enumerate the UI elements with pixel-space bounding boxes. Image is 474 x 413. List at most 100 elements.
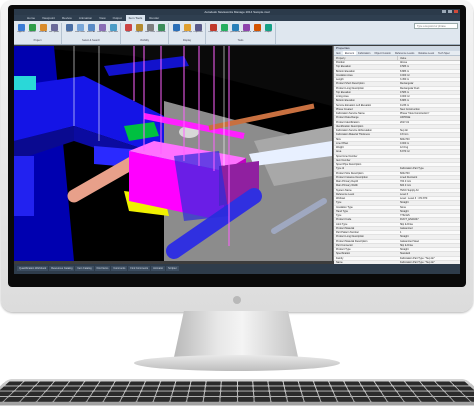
tab-home[interactable]: Home bbox=[24, 15, 38, 21]
hide-button[interactable]: Hide bbox=[123, 23, 133, 38]
properties-button[interactable]: Properties bbox=[193, 23, 203, 38]
keyboard-key bbox=[333, 391, 351, 397]
button-label: Animator bbox=[252, 31, 261, 33]
button-label: Hide bbox=[125, 31, 131, 33]
property-name: Product Identification bbox=[336, 120, 360, 124]
properties-tab-fabrication[interactable]: Fabrication bbox=[356, 51, 372, 55]
keyboard-key bbox=[284, 386, 301, 391]
keyboard-key bbox=[172, 391, 189, 397]
ribbon-group-visibility: Hide RequireHide UnselectedUnhide All Visi… bbox=[123, 23, 169, 44]
properties-tab-relative-level[interactable]: Relative Level bbox=[416, 51, 436, 55]
property-name: Fabrication Service Name bbox=[336, 112, 365, 115]
require-button[interactable]: Require bbox=[134, 23, 144, 38]
timeliner-icon bbox=[220, 24, 228, 31]
tab-animation[interactable]: Animation bbox=[76, 15, 95, 21]
dock-tab-comments[interactable]: Comments bbox=[111, 266, 128, 271]
monitor-stand-neck bbox=[174, 311, 298, 357]
keyboard-key bbox=[267, 381, 284, 386]
clash-detective-button[interactable]: Clash Detective bbox=[208, 23, 218, 38]
dock-tab-resources-catalog[interactable]: Resources Catalog bbox=[49, 266, 75, 271]
keyboard-key bbox=[317, 391, 335, 397]
properties-tab-object-custom[interactable]: Object Custom bbox=[372, 51, 393, 55]
keyboard-key bbox=[220, 397, 237, 402]
search-input[interactable] bbox=[414, 23, 458, 29]
property-value: Slip & Drive bbox=[400, 243, 414, 247]
model-scene[interactable] bbox=[14, 46, 332, 261]
keyboard-key bbox=[190, 381, 207, 386]
keyboard-key bbox=[252, 381, 268, 386]
autodesk-rendering-button[interactable]: Autodesk Rendering bbox=[241, 23, 251, 38]
minimize-button[interactable] bbox=[442, 10, 446, 13]
quick-properties-button[interactable]: Quick Properties bbox=[182, 23, 192, 38]
quick-find-button[interactable]: Quick Find bbox=[108, 23, 118, 38]
button-label: Refresh bbox=[28, 31, 36, 33]
properties-tab-element[interactable]: Element bbox=[342, 51, 357, 55]
keyboard-key bbox=[237, 381, 252, 386]
file-options-button[interactable]: File Options bbox=[49, 23, 59, 38]
keyboard-key bbox=[173, 386, 190, 391]
property-name: Product Instance Description bbox=[336, 175, 368, 179]
animator-button[interactable]: Animator bbox=[252, 23, 262, 38]
dock-tab-find-items[interactable]: Find Items bbox=[94, 266, 111, 271]
properties-tab-reference-levels[interactable]: Reference Levels bbox=[393, 51, 416, 55]
keyboard-key bbox=[128, 381, 146, 386]
keyboard-key bbox=[298, 381, 315, 386]
timeliner-button[interactable]: TimeLiner bbox=[219, 23, 229, 38]
keyboard-key bbox=[120, 397, 139, 402]
ribbon-group-buttons: Append Refresh Reset All File Options bbox=[16, 23, 59, 39]
3d-viewport[interactable] bbox=[14, 46, 332, 261]
quantification-button[interactable]: Quantification bbox=[230, 23, 240, 38]
scripter-button[interactable]: Scripter bbox=[263, 23, 273, 38]
properties-tab-tech-spec[interactable]: Tech Spec bbox=[436, 51, 452, 55]
save-selection-button[interactable]: Save Selection bbox=[75, 23, 85, 38]
autodesk-rendering-icon bbox=[242, 24, 250, 31]
properties-tab-item[interactable]: Item bbox=[334, 51, 343, 55]
refresh-button[interactable]: Refresh bbox=[27, 23, 37, 38]
dock-tab-find-comments[interactable]: Find Comments bbox=[128, 266, 151, 271]
tab-viewpoint[interactable]: Viewpoint bbox=[39, 15, 58, 21]
property-name: Bottom Elevation bbox=[336, 99, 355, 103]
hide-unselected-button[interactable]: Hide Unselected bbox=[145, 23, 155, 38]
button-label: Unhide All bbox=[156, 31, 166, 33]
property-value: Fabrication Part Type: "Sup Air" bbox=[400, 256, 435, 260]
work-area: Properties Item Element Fabrication Object … bbox=[14, 46, 460, 265]
dock-tab-animator[interactable]: Animator bbox=[151, 266, 166, 271]
property-name: Product Type bbox=[336, 248, 351, 251]
tab-output[interactable]: Output bbox=[110, 15, 125, 21]
reset-all-button[interactable]: Reset All bbox=[38, 23, 48, 38]
select-all-button[interactable]: Select All bbox=[86, 23, 96, 38]
button-label: Properties bbox=[193, 31, 203, 33]
property-value bbox=[398, 163, 458, 166]
keyboard-keys bbox=[0, 381, 474, 402]
button-label: TimeLiner bbox=[219, 31, 229, 33]
append-button[interactable]: Append bbox=[16, 23, 26, 38]
dock-tab-quantification-workbook[interactable]: Quantification Workbook bbox=[17, 266, 49, 271]
tab-review[interactable]: Review bbox=[59, 15, 75, 21]
tab-render[interactable]: Render bbox=[146, 15, 162, 21]
clash-detective-icon bbox=[209, 24, 217, 31]
reset-all-icon bbox=[39, 24, 47, 31]
keyboard-key bbox=[107, 391, 125, 397]
find-items-button[interactable]: Find Items bbox=[97, 23, 107, 38]
property-value: Above bbox=[400, 61, 408, 64]
dock-tab-item-catalog[interactable]: Item Catalog bbox=[75, 266, 94, 271]
tab-view[interactable]: View bbox=[96, 15, 108, 21]
links-button[interactable]: Links bbox=[171, 23, 181, 38]
close-button[interactable] bbox=[454, 10, 458, 13]
property-value: 0.8 mm bbox=[400, 133, 409, 137]
property-value: Straight bbox=[400, 248, 409, 251]
tab-item-tools[interactable]: Item Tools bbox=[125, 15, 146, 21]
ribbon-group-label: Project bbox=[33, 39, 42, 42]
unhide-all-button[interactable]: Unhide All bbox=[156, 23, 166, 38]
property-name: Spool Line Number bbox=[336, 154, 358, 158]
keyboard-key bbox=[346, 386, 364, 391]
maximize-button[interactable] bbox=[448, 10, 452, 13]
property-value: Galvanized bbox=[400, 226, 413, 230]
keyboard-key bbox=[113, 381, 131, 386]
keyboard-key bbox=[335, 397, 354, 402]
property-value: Level : Level 3 : 474 870 bbox=[400, 197, 428, 200]
select-button[interactable]: Select bbox=[64, 23, 74, 38]
dock-tab-scripter[interactable]: Scripter bbox=[166, 266, 179, 271]
require-icon bbox=[135, 24, 143, 31]
property-value: 9.583 m bbox=[400, 65, 410, 69]
